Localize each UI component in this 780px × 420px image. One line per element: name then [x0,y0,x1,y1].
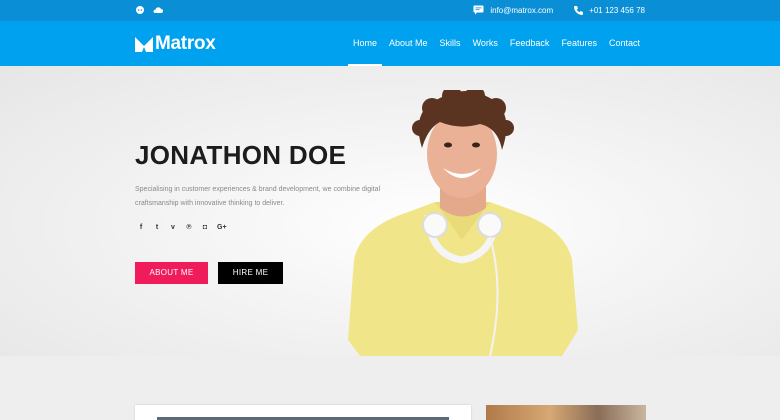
nav-contact[interactable]: Contact [609,21,640,66]
nav-skills[interactable]: Skills [440,21,461,66]
top-info-bar: info@matrox.com +01 123 456 78 [0,0,780,21]
pinterest-icon[interactable]: ℗ [185,223,193,233]
google-plus-icon[interactable]: G+ [217,223,227,233]
topbar-left-icons [135,5,163,15]
cloud-icon[interactable] [153,5,163,15]
brand-name: Matrox [155,33,216,54]
main-navbar: Matrox Home About Me Skills Works Feedba… [0,21,780,66]
vimeo-icon[interactable]: v [169,223,177,233]
nav-menu: Home About Me Skills Works Feedback Feat… [347,21,640,66]
phone-number[interactable]: +01 123 456 78 [589,6,645,15]
hero-portrait [348,90,578,356]
nav-features[interactable]: Features [561,21,597,66]
hire-me-button[interactable]: HIRE ME [218,262,283,284]
nav-works[interactable]: Works [473,21,498,66]
social-links: f t v ℗ ◘ G+ [137,223,227,233]
nav-about-me[interactable]: About Me [389,21,428,66]
github-icon[interactable] [135,5,145,15]
facebook-icon[interactable]: f [137,223,145,233]
phone-icon [573,5,584,15]
topbar-contact: info@matrox.com +01 123 456 78 [473,5,645,15]
hero-section: JONATHON DOE Specialising in customer ex… [0,66,780,356]
brand-logo[interactable]: Matrox [135,33,216,55]
hero-name: JONATHON DOE [135,140,347,170]
twitter-icon[interactable]: t [153,223,161,233]
email-link[interactable]: info@matrox.com [490,6,553,15]
about-me-button[interactable]: ABOUT ME [135,262,208,284]
logo-mark-icon [135,37,153,52]
chat-icon [473,5,484,15]
nav-home[interactable]: Home [347,21,383,66]
nav-feedback[interactable]: Feedback [510,21,550,66]
instagram-icon[interactable]: ◘ [201,223,209,233]
next-section [0,356,780,420]
content-card [135,405,471,420]
photo-card [486,405,646,420]
